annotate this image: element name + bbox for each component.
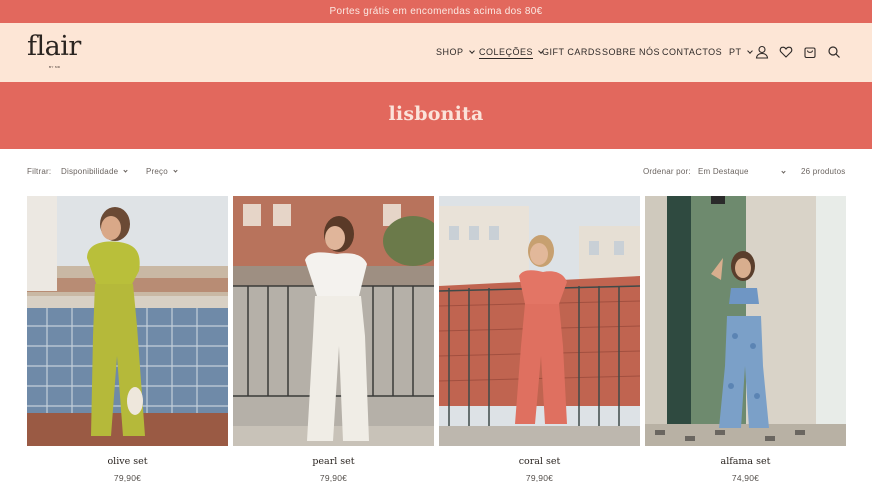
- logo-tagline: BY MD: [49, 65, 61, 69]
- product-image[interactable]: [233, 196, 434, 446]
- nav-gift-cards[interactable]: GIFT CARDS: [542, 47, 601, 57]
- filter-price[interactable]: Preço: [146, 167, 178, 176]
- heart-icon[interactable]: [779, 45, 793, 59]
- nav-gift-cards-label: GIFT CARDS: [542, 47, 602, 57]
- filter-availability[interactable]: Disponibilidade: [61, 167, 128, 176]
- collection-banner: lisbonita: [0, 82, 872, 149]
- product-price: 79,90€: [319, 473, 348, 483]
- chevron-down-icon: [123, 168, 128, 173]
- chevron-down-icon: [781, 169, 786, 174]
- product-name[interactable]: olive set: [27, 456, 228, 467]
- product-image[interactable]: [439, 196, 640, 446]
- chevron-down-icon: [468, 48, 475, 54]
- nav-shop[interactable]: SHOP: [436, 47, 475, 57]
- product-count: 26 produtos: [801, 167, 846, 176]
- nav-contactos-label: CONTACTOS: [662, 47, 723, 57]
- nav-shop-label: SHOP: [436, 47, 464, 57]
- product-card[interactable]: olive set 79,90€: [27, 196, 228, 483]
- chevron-down-icon: [746, 48, 753, 54]
- product-name[interactable]: coral set: [439, 456, 640, 467]
- nav-contactos[interactable]: CONTACTOS: [662, 47, 722, 57]
- collection-title: lisbonita: [388, 103, 484, 125]
- sort-label: Ordenar por:: [643, 167, 691, 176]
- filter-availability-label: Disponibilidade: [61, 167, 119, 176]
- product-price: 79,90€: [113, 473, 142, 483]
- product-image[interactable]: [645, 196, 846, 446]
- filter-label: Filtrar:: [27, 167, 52, 176]
- product-card[interactable]: alfama set 74,90€: [645, 196, 846, 483]
- logo[interactable]: flair BY MD: [27, 32, 87, 72]
- language-selector[interactable]: PT: [729, 47, 753, 57]
- logo-wordmark: flair: [27, 31, 81, 62]
- product-image[interactable]: [27, 196, 228, 446]
- sort-select[interactable]: Em Destaque: [698, 167, 786, 176]
- nav-sobre-nos-label: SOBRE NÓS: [602, 47, 661, 57]
- announcement-bar: Portes grátis em encomendas acima dos 80…: [0, 0, 872, 23]
- announcement-text: Portes grátis em encomendas acima dos 80…: [329, 6, 543, 17]
- chevron-down-icon: [173, 168, 178, 173]
- product-name[interactable]: pearl set: [233, 456, 434, 467]
- nav-colecoes[interactable]: COLEÇÕES: [479, 47, 544, 59]
- bag-icon[interactable]: [803, 45, 817, 59]
- user-icon[interactable]: [755, 45, 769, 59]
- product-name[interactable]: alfama set: [645, 456, 846, 467]
- language-label: PT: [729, 47, 742, 57]
- product-card[interactable]: coral set 79,90€: [439, 196, 640, 483]
- nav-colecoes-label: COLEÇÕES: [479, 47, 534, 59]
- product-card[interactable]: pearl set 79,90€: [233, 196, 434, 483]
- sort-value: Em Destaque: [698, 167, 749, 176]
- nav-sobre-nos[interactable]: SOBRE NÓS: [602, 47, 660, 57]
- product-price: 74,90€: [731, 473, 760, 483]
- filter-price-label: Preço: [146, 167, 168, 176]
- search-icon[interactable]: [827, 45, 841, 59]
- product-price: 79,90€: [525, 473, 554, 483]
- site-header: flair BY MD SHOP COLEÇÕES GIFT CARDS SOB…: [0, 23, 872, 82]
